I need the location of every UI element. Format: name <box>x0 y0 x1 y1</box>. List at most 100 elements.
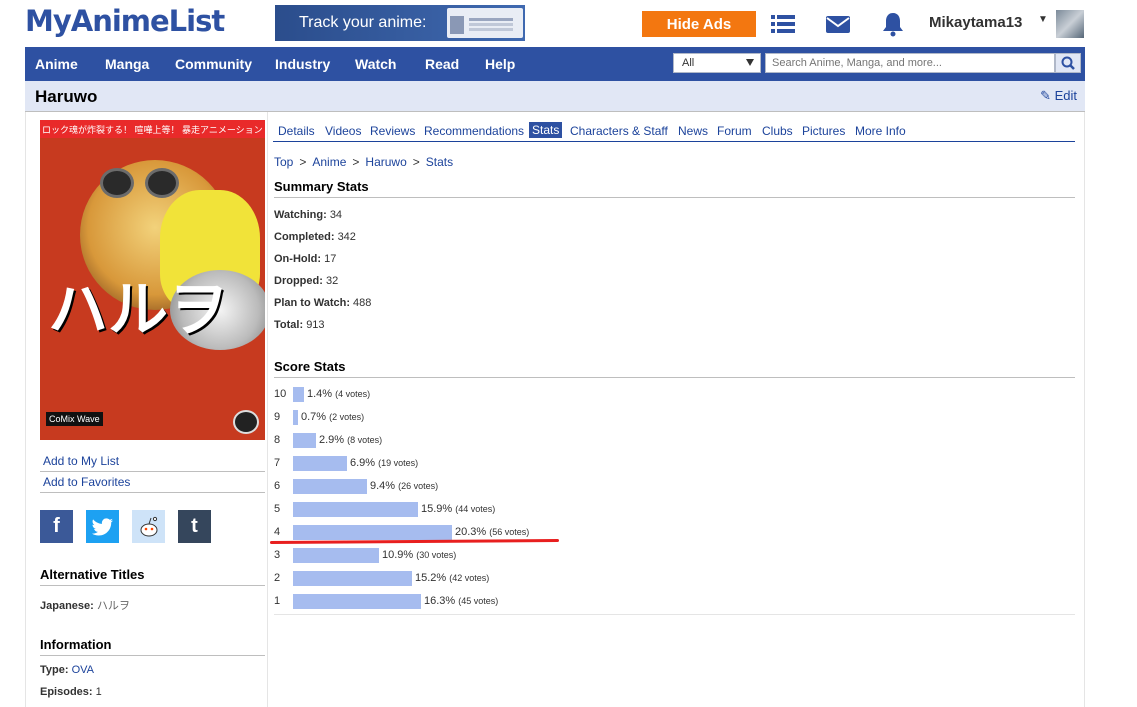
score-votes: (4 votes) <box>335 389 371 399</box>
list-icon[interactable] <box>770 11 796 37</box>
score-percent-label: 15.9% (44 votes) <box>421 503 495 515</box>
score-bar <box>293 594 421 609</box>
stat-on-hold: On-Hold: 17 <box>274 253 336 265</box>
tab-characters-staff[interactable]: Characters & Staff <box>570 124 668 138</box>
tab-details[interactable]: Details <box>278 124 315 138</box>
nav-industry[interactable]: Industry <box>275 56 330 72</box>
breadcrumb-haruwo[interactable]: Haruwo <box>365 155 406 169</box>
tumblr-icon[interactable]: t <box>178 510 211 543</box>
score-percent-label: 9.4% (26 votes) <box>370 480 438 492</box>
facebook-icon[interactable]: f <box>40 510 73 543</box>
score-percent: 1.4% <box>307 388 333 400</box>
score-row-4: 4 20.3% (56 votes) <box>274 525 874 541</box>
tab-reviews[interactable]: Reviews <box>370 124 415 138</box>
score-row-8: 8 2.9% (8 votes) <box>274 433 874 449</box>
score-percent-label: 6.9% (19 votes) <box>350 457 418 469</box>
episodes-row: Episodes: 1 <box>40 686 102 698</box>
user-menu-caret-icon[interactable]: ▼ <box>1038 14 1048 25</box>
score-row-5: 5 15.9% (44 votes) <box>274 502 874 518</box>
score-value: 2 <box>274 572 281 584</box>
stat-value: 913 <box>306 319 325 331</box>
twitter-icon[interactable] <box>86 510 119 543</box>
summary-stats-heading: Summary Stats <box>274 179 1075 198</box>
tab-recommendations[interactable]: Recommendations <box>424 124 524 138</box>
search-category-select[interactable]: All <box>673 53 761 73</box>
stat-label: Watching: <box>274 209 327 221</box>
nav-manga[interactable]: Manga <box>105 56 149 72</box>
add-to-favorites-link[interactable]: Add to Favorites <box>40 475 265 493</box>
episodes-value: 1 <box>95 686 102 698</box>
score-value: 9 <box>274 411 281 423</box>
user-avatar[interactable] <box>1056 10 1084 38</box>
score-percent: 6.9% <box>350 457 376 469</box>
title-bar: Haruwo ✎ Edit <box>25 81 1085 112</box>
breadcrumb-top[interactable]: Top <box>274 155 293 169</box>
stat-watching: Watching: 34 <box>274 209 342 221</box>
type-label: Type: <box>40 664 69 676</box>
score-bar <box>293 456 347 471</box>
search-button[interactable] <box>1055 53 1081 73</box>
notification-bell-icon[interactable] <box>880 11 906 37</box>
nav-read[interactable]: Read <box>425 56 459 72</box>
content-area: ロック魂が炸裂する！ 喧嘩上等！ 暴走アニメーション ハルヲ CoMix Wav… <box>25 112 1085 707</box>
pencil-icon: ✎ <box>1040 88 1051 103</box>
score-percent: 20.3% <box>455 526 487 538</box>
score-row-1: 1 16.3% (45 votes) <box>274 594 874 610</box>
score-bar <box>293 525 452 540</box>
page-title: Haruwo <box>35 87 98 106</box>
score-bar <box>293 387 304 402</box>
stat-completed: Completed: 342 <box>274 231 356 243</box>
breadcrumb-stats[interactable]: Stats <box>426 155 453 169</box>
nav-anime[interactable]: Anime <box>35 56 78 72</box>
score-bar <box>293 479 367 494</box>
breadcrumb: Top > Anime > Haruwo > Stats <box>274 155 454 169</box>
cover-title-art: ハルヲ <box>48 276 228 343</box>
username[interactable]: Mikaytama13 <box>929 14 1022 31</box>
episodes-label: Episodes: <box>40 686 93 698</box>
tab-news[interactable]: News <box>678 124 708 138</box>
cover-seal <box>233 410 259 434</box>
anime-cover-image[interactable]: ロック魂が炸裂する！ 喧嘩上等！ 暴走アニメーション ハルヲ CoMix Wav… <box>40 120 265 440</box>
anime-tabs: Details Videos Reviews Recommendations S… <box>273 120 1075 142</box>
reddit-icon[interactable] <box>132 510 165 543</box>
site-logo[interactable]: MyAnimeList <box>25 4 225 38</box>
tab-stats[interactable]: Stats <box>529 122 563 138</box>
cover-studio-logo: CoMix Wave <box>46 412 103 426</box>
tab-more-info[interactable]: More Info <box>855 124 906 138</box>
score-percent: 0.7% <box>301 411 327 423</box>
search-input[interactable] <box>765 53 1055 73</box>
page: MyAnimeList Track your anime: Hide Ads M… <box>0 0 1137 707</box>
score-votes: (30 votes) <box>416 550 457 560</box>
banner-image <box>447 8 523 38</box>
tab-forum[interactable]: Forum <box>717 124 752 138</box>
cover-goggle-left <box>100 168 134 198</box>
type-value-link[interactable]: OVA <box>72 664 94 676</box>
hide-ads-button[interactable]: Hide Ads <box>642 11 756 37</box>
breadcrumb-anime[interactable]: Anime <box>312 155 346 169</box>
stat-total: Total: 913 <box>274 319 325 331</box>
mail-icon[interactable] <box>825 11 851 37</box>
score-value: 1 <box>274 595 281 607</box>
japanese-title-row: Japanese: ハルヲ <box>40 597 130 613</box>
alternative-titles-heading: Alternative Titles <box>40 567 265 586</box>
tab-clubs[interactable]: Clubs <box>762 124 793 138</box>
score-percent: 10.9% <box>382 549 414 561</box>
score-row-9: 9 0.7% (2 votes) <box>274 410 874 426</box>
score-row-7: 7 6.9% (19 votes) <box>274 456 874 472</box>
score-votes: (42 votes) <box>449 573 490 583</box>
nav-watch[interactable]: Watch <box>355 56 396 72</box>
score-stats-heading: Score Stats <box>274 359 1075 378</box>
score-percent-label: 1.4% (4 votes) <box>307 388 370 400</box>
score-percent: 15.2% <box>415 572 447 584</box>
score-bar <box>293 548 379 563</box>
nav-help[interactable]: Help <box>485 56 515 72</box>
tab-pictures[interactable]: Pictures <box>802 124 845 138</box>
edit-link[interactable]: ✎ Edit <box>1040 88 1077 104</box>
search-category-value: All <box>682 57 695 69</box>
stat-dropped: Dropped: 32 <box>274 275 338 287</box>
nav-community[interactable]: Community <box>175 56 252 72</box>
tab-videos[interactable]: Videos <box>325 124 361 138</box>
score-percent-label: 10.9% (30 votes) <box>382 549 456 561</box>
add-to-list-link[interactable]: Add to My List <box>40 454 265 472</box>
track-anime-banner[interactable]: Track your anime: <box>275 5 525 41</box>
